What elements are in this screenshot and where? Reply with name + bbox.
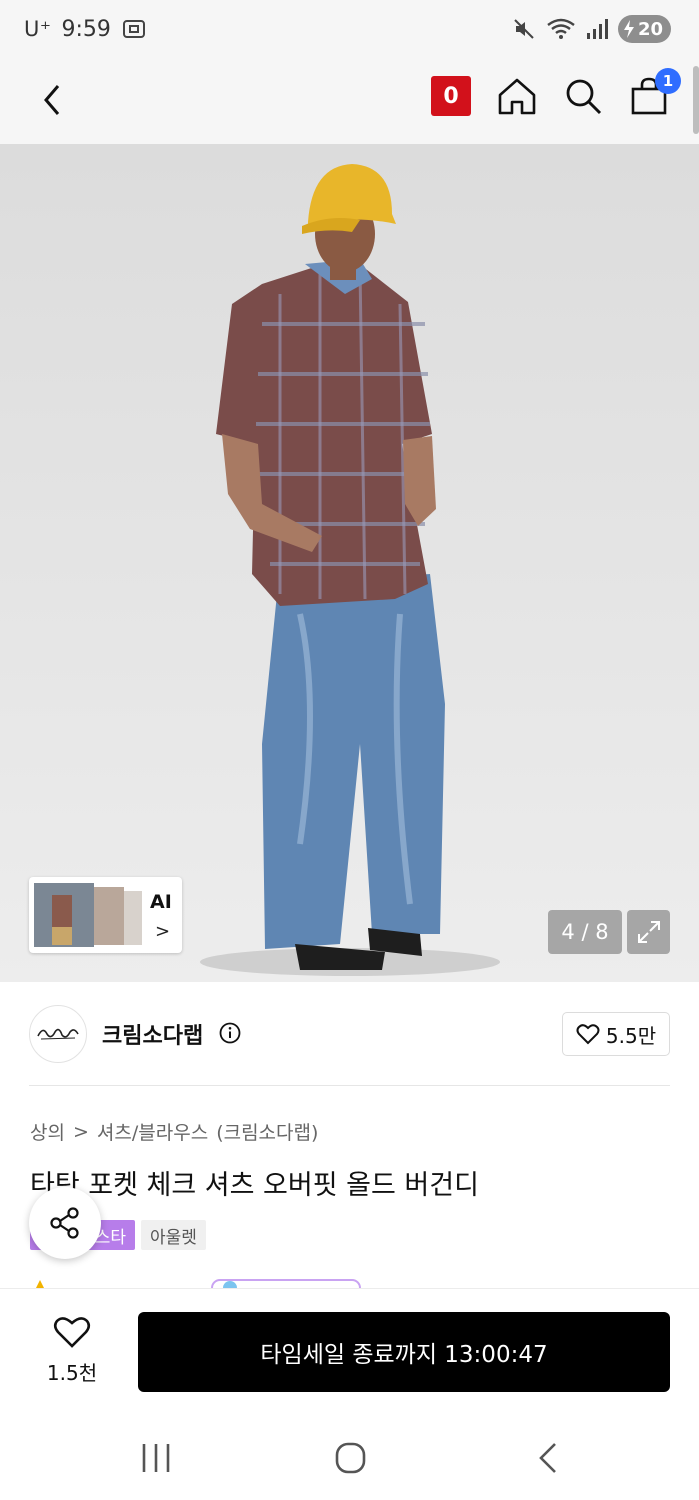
product-photo xyxy=(200,164,500,976)
time-sale-cta-button[interactable]: 타임세일 종료까지 13:00:47 xyxy=(138,1312,670,1392)
search-button[interactable] xyxy=(563,76,603,116)
share-icon xyxy=(50,1207,79,1239)
recent-apps-icon xyxy=(142,1444,170,1472)
system-nav-bar xyxy=(0,1414,699,1500)
scroll-indicator[interactable] xyxy=(693,66,699,134)
breadcrumb-subcategory[interactable]: 셔츠/블라우스 xyxy=(97,1118,208,1145)
divider xyxy=(29,1085,670,1086)
product-like-count: 1.5천 xyxy=(46,1361,98,1385)
brand-logo-script xyxy=(37,1028,79,1040)
back-nav-icon xyxy=(539,1443,556,1473)
carrier-label: U⁺ xyxy=(24,17,52,41)
expand-icon xyxy=(637,921,660,943)
ai-thumbnail-stack xyxy=(34,883,142,947)
heart-icon xyxy=(53,1317,91,1348)
clock: 9:59 xyxy=(61,16,111,42)
wifi-icon xyxy=(547,18,575,39)
mute-icon xyxy=(514,19,534,39)
home-nav-icon xyxy=(335,1442,366,1474)
product-title: 타탄 포켓 체크 셔츠 오버핏 올드 버건디 xyxy=(30,1170,479,1201)
product-image-carousel[interactable]: AI > 4 / 8 xyxy=(0,144,699,982)
brand-like-button[interactable]: 5.5만 xyxy=(562,1012,670,1056)
product-like-button[interactable]: 1.5천 xyxy=(36,1315,108,1386)
tag-outlet: 아울렛 xyxy=(141,1220,206,1250)
ai-similar-items-button[interactable]: AI > xyxy=(29,877,182,953)
back-nav-button[interactable] xyxy=(528,1440,568,1476)
cart-button[interactable]: 1 xyxy=(629,68,681,116)
back-button[interactable] xyxy=(34,80,74,120)
battery-level: 20 xyxy=(637,18,663,40)
brand-row: 크림소다랩 5.5만 xyxy=(0,982,699,1086)
expand-button[interactable] xyxy=(627,910,670,954)
home-icon xyxy=(498,78,536,115)
cart-count-badge: 1 xyxy=(655,68,681,94)
back-icon xyxy=(44,85,60,115)
breadcrumb-separator: > xyxy=(72,1120,89,1143)
share-button[interactable] xyxy=(29,1187,101,1259)
home-nav-button[interactable] xyxy=(330,1440,370,1476)
info-icon[interactable] xyxy=(219,1022,241,1044)
brand-like-count: 5.5만 xyxy=(605,1023,657,1048)
brand-name[interactable]: 크림소다랩 xyxy=(102,1018,203,1050)
breadcrumb-category[interactable]: 상의 xyxy=(30,1118,65,1145)
breadcrumb-brand[interactable]: (크림소다랩) xyxy=(216,1118,318,1145)
image-pager: 4 / 8 xyxy=(548,910,622,954)
battery-indicator: 20 xyxy=(617,15,671,43)
recent-apps-button[interactable] xyxy=(136,1440,176,1476)
partially-hidden-row xyxy=(36,1279,361,1288)
ai-label: AI xyxy=(150,891,172,913)
status-bar: U⁺ 9:59 20 xyxy=(0,0,699,62)
brand-logo[interactable] xyxy=(29,1005,87,1063)
app-header: 0 1 xyxy=(0,62,699,144)
heart-icon xyxy=(576,1024,600,1045)
charging-icon xyxy=(623,20,634,38)
search-icon xyxy=(566,79,602,115)
brand-badge-button[interactable]: 0 xyxy=(431,76,471,116)
breadcrumb: 상의 > 셔츠/블라우스 (크림소다랩) xyxy=(30,1118,318,1145)
signal-icon xyxy=(586,19,608,39)
bottom-action-bar: 1.5천 타임세일 종료까지 13:00:47 xyxy=(0,1288,699,1414)
home-button[interactable] xyxy=(497,76,537,116)
chevron-right-icon: > xyxy=(155,921,171,942)
screenshot-icon xyxy=(122,20,145,38)
